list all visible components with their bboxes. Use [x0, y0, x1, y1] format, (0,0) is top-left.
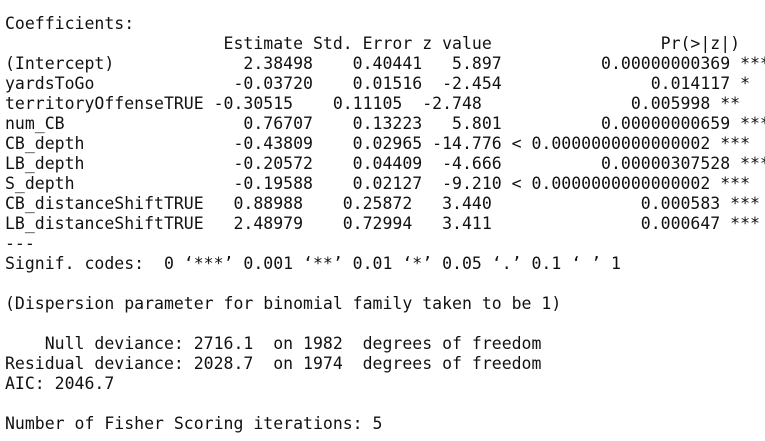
coef-row: num_CB 0.76707 0.13223 5.801 0.000000006…: [5, 114, 765, 133]
coef-row: territoryOffenseTRUE -0.30515 0.11105 -2…: [5, 94, 751, 113]
dispersion-line: (Dispersion parameter for binomial famil…: [5, 294, 562, 313]
signif-codes-line: Signif. codes: 0 ‘***’ 0.001 ‘**’ 0.01 ‘…: [5, 254, 621, 273]
null-deviance-line: Null deviance: 2716.1 on 1982 degrees of…: [5, 334, 542, 353]
coef-row: S_depth -0.19588 0.02127 -9.210 < 0.0000…: [5, 174, 751, 193]
coef-row: LB_distanceShiftTRUE 2.48979 0.72994 3.4…: [5, 214, 760, 233]
r-console-output: Coefficients: Estimate Std. Error z valu…: [0, 0, 765, 441]
coef-row: (Intercept) 2.38498 0.40441 5.897 0.0000…: [5, 54, 765, 73]
coef-row: LB_depth -0.20572 0.04409 -4.666 0.00000…: [5, 154, 765, 173]
fisher-iterations-line: Number of Fisher Scoring iterations: 5: [5, 414, 383, 433]
separator-line: ---: [5, 234, 35, 253]
coefficients-heading: Coefficients:: [5, 14, 135, 33]
aic-line: AIC: 2046.7: [5, 374, 115, 393]
residual-deviance-line: Residual deviance: 2028.7 on 1974 degree…: [5, 354, 542, 373]
coefficients-column-header: Estimate Std. Error z value Pr(>|z|): [5, 34, 765, 53]
coef-row: yardsToGo -0.03720 0.01516 -2.454 0.0141…: [5, 74, 765, 93]
coef-row: CB_distanceShiftTRUE 0.88988 0.25872 3.4…: [5, 194, 760, 213]
coef-row: CB_depth -0.43809 0.02965 -14.776 < 0.00…: [5, 134, 751, 153]
